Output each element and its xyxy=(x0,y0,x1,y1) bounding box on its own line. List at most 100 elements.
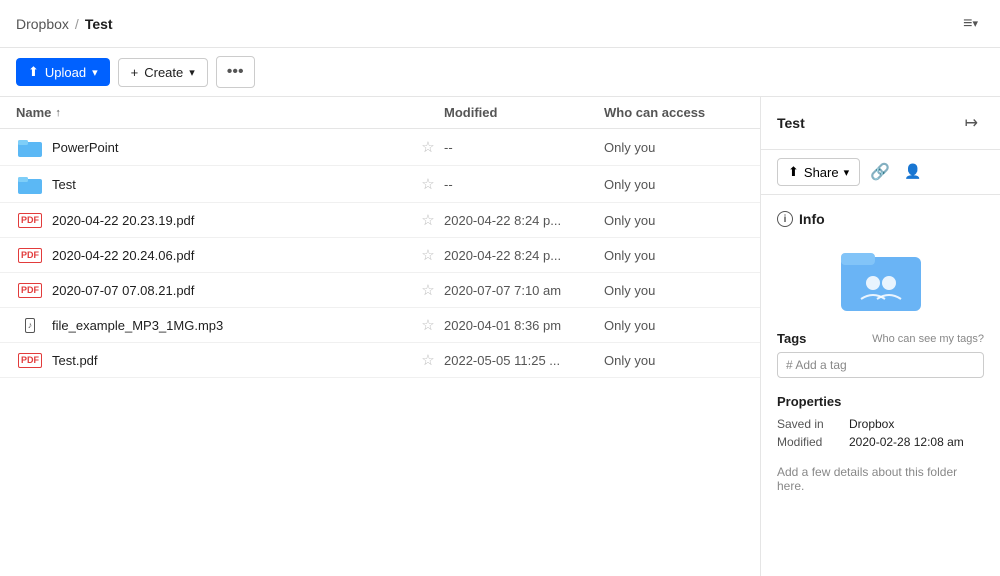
file-modified: -- xyxy=(444,177,604,192)
more-options-button[interactable]: ••• xyxy=(216,56,255,88)
main-layout: Name ↑ Modified Who can access PowerPoin… xyxy=(0,97,1000,576)
table-row[interactable]: PDF Test.pdf ☆ 2022-05-05 11:25 ... Only… xyxy=(0,343,760,378)
star-button[interactable]: ☆ xyxy=(412,351,444,369)
pdf-badge-icon: PDF xyxy=(18,213,42,228)
file-type-icon: PDF xyxy=(16,353,44,368)
sort-arrow-icon: ↑ xyxy=(55,107,61,119)
upload-arrow-icon: ⬆ xyxy=(28,64,39,80)
file-modified: 2020-04-22 8:24 p... xyxy=(444,213,604,228)
panel-header: Test ↦ xyxy=(761,97,1000,150)
breadcrumb-root[interactable]: Dropbox xyxy=(16,16,69,32)
folder-thumbnail xyxy=(777,243,984,311)
right-panel: Test ↦ ⬆ Share ▾ 🔗 👤 i Info xyxy=(760,97,1000,576)
file-access: Only you xyxy=(604,140,744,155)
copy-link-button[interactable]: 🔗 xyxy=(866,158,894,186)
info-circle-icon: i xyxy=(777,211,793,227)
topbar-right: ≡ ▾ xyxy=(957,11,984,37)
breadcrumb-current: Test xyxy=(85,16,113,32)
prop-saved-val: Dropbox xyxy=(849,417,894,431)
person-icon: 👤 xyxy=(904,163,921,179)
file-name: PowerPoint xyxy=(52,140,412,155)
file-modified: 2020-04-01 8:36 pm xyxy=(444,318,604,333)
table-row[interactable]: PowerPoint ☆ -- Only you xyxy=(0,129,760,166)
table-row[interactable]: Test ☆ -- Only you xyxy=(0,166,760,203)
prop-modified-val: 2020-02-28 12:08 am xyxy=(849,435,964,449)
export-button[interactable]: ↦ xyxy=(959,109,984,137)
tags-who-link[interactable]: Who can see my tags? xyxy=(872,333,984,345)
file-name: 2020-04-22 20.23.19.pdf xyxy=(52,213,412,228)
more-icon: ••• xyxy=(227,63,244,80)
name-column-header[interactable]: Name ↑ xyxy=(16,105,412,120)
file-access: Only you xyxy=(604,318,744,333)
plus-icon: + xyxy=(131,65,139,80)
folder-large-icon xyxy=(841,243,921,311)
prop-modified-key: Modified xyxy=(777,435,849,449)
prop-saved-row: Saved in Dropbox xyxy=(777,417,984,431)
file-type-icon: PDF xyxy=(16,283,44,298)
file-type-icon xyxy=(16,137,44,157)
prop-saved-key: Saved in xyxy=(777,417,849,431)
person-button[interactable]: 👤 xyxy=(900,159,925,185)
properties-label: Properties xyxy=(777,394,984,409)
properties-section: Properties Saved in Dropbox Modified 202… xyxy=(777,394,984,449)
table-row[interactable]: PDF 2020-04-22 20.24.06.pdf ☆ 2020-04-22… xyxy=(0,238,760,273)
file-modified: 2020-04-22 8:24 p... xyxy=(444,248,604,263)
file-name: Test.pdf xyxy=(52,353,412,368)
file-name: 2020-04-22 20.24.06.pdf xyxy=(52,248,412,263)
table-row[interactable]: PDF 2020-07-07 07.08.21.pdf ☆ 2020-07-07… xyxy=(0,273,760,308)
file-access: Only you xyxy=(604,353,744,368)
pdf-badge-icon: PDF xyxy=(18,353,42,368)
share-chevron-icon: ▾ xyxy=(844,166,850,179)
file-modified: 2022-05-05 11:25 ... xyxy=(444,353,604,368)
info-section: i Info xyxy=(777,211,984,227)
star-button[interactable]: ☆ xyxy=(412,281,444,299)
star-button[interactable]: ☆ xyxy=(412,138,444,156)
info-label: Info xyxy=(799,211,825,227)
access-column-header: Who can access xyxy=(604,105,744,120)
toolbar: ⬆ Upload ▾ + Create ▾ ••• xyxy=(0,48,1000,97)
file-access: Only you xyxy=(604,213,744,228)
panel-content: i Info Tags Who can see my tags? xyxy=(761,195,1000,576)
prop-modified-row: Modified 2020-02-28 12:08 am xyxy=(777,435,984,449)
view-toggle-button[interactable]: ≡ ▾ xyxy=(957,11,984,37)
file-modified: 2020-07-07 7:10 am xyxy=(444,283,604,298)
file-type-icon: PDF xyxy=(16,248,44,263)
file-type-icon xyxy=(16,174,44,194)
star-button[interactable]: ☆ xyxy=(412,211,444,229)
topbar: Dropbox / Test ≡ ▾ xyxy=(0,0,1000,48)
tag-placeholder: # Add a tag xyxy=(786,358,847,372)
tags-label: Tags xyxy=(777,331,806,346)
file-access: Only you xyxy=(604,283,744,298)
breadcrumb: Dropbox / Test xyxy=(16,16,113,32)
file-type-icon: ♪ xyxy=(16,318,44,333)
breadcrumb-sep: / xyxy=(75,16,79,32)
tags-header: Tags Who can see my tags? xyxy=(777,331,984,346)
star-button[interactable]: ☆ xyxy=(412,316,444,334)
share-bar: ⬆ Share ▾ 🔗 👤 xyxy=(761,150,1000,195)
link-icon: 🔗 xyxy=(870,164,890,181)
table-row[interactable]: PDF 2020-04-22 20.23.19.pdf ☆ 2020-04-22… xyxy=(0,203,760,238)
upload-chevron-icon: ▾ xyxy=(92,66,98,79)
tags-section: Tags Who can see my tags? # Add a tag xyxy=(777,331,984,378)
folder-icon xyxy=(18,174,42,194)
file-access: Only you xyxy=(604,177,744,192)
panel-title: Test xyxy=(777,115,805,131)
create-chevron-icon: ▾ xyxy=(189,66,195,79)
file-modified: -- xyxy=(444,140,604,155)
panel-header-actions: ↦ xyxy=(959,109,984,137)
star-button[interactable]: ☆ xyxy=(412,246,444,264)
file-list: Name ↑ Modified Who can access PowerPoin… xyxy=(0,97,760,576)
upload-label: Upload xyxy=(45,65,86,80)
tag-input[interactable]: # Add a tag xyxy=(777,352,984,378)
folder-icon xyxy=(18,137,42,157)
upload-button[interactable]: ⬆ Upload ▾ xyxy=(16,58,110,86)
star-button[interactable]: ☆ xyxy=(412,175,444,193)
table-row[interactable]: ♪ file_example_MP3_1MG.mp3 ☆ 2020-04-01 … xyxy=(0,308,760,343)
file-name: file_example_MP3_1MG.mp3 xyxy=(52,318,412,333)
file-type-icon: PDF xyxy=(16,213,44,228)
create-button[interactable]: + Create ▾ xyxy=(118,58,208,87)
file-name: Test xyxy=(52,177,412,192)
share-button[interactable]: ⬆ Share ▾ xyxy=(777,158,860,186)
folder-description: Add a few details about this folder here… xyxy=(777,465,984,493)
name-label: Name xyxy=(16,105,51,120)
